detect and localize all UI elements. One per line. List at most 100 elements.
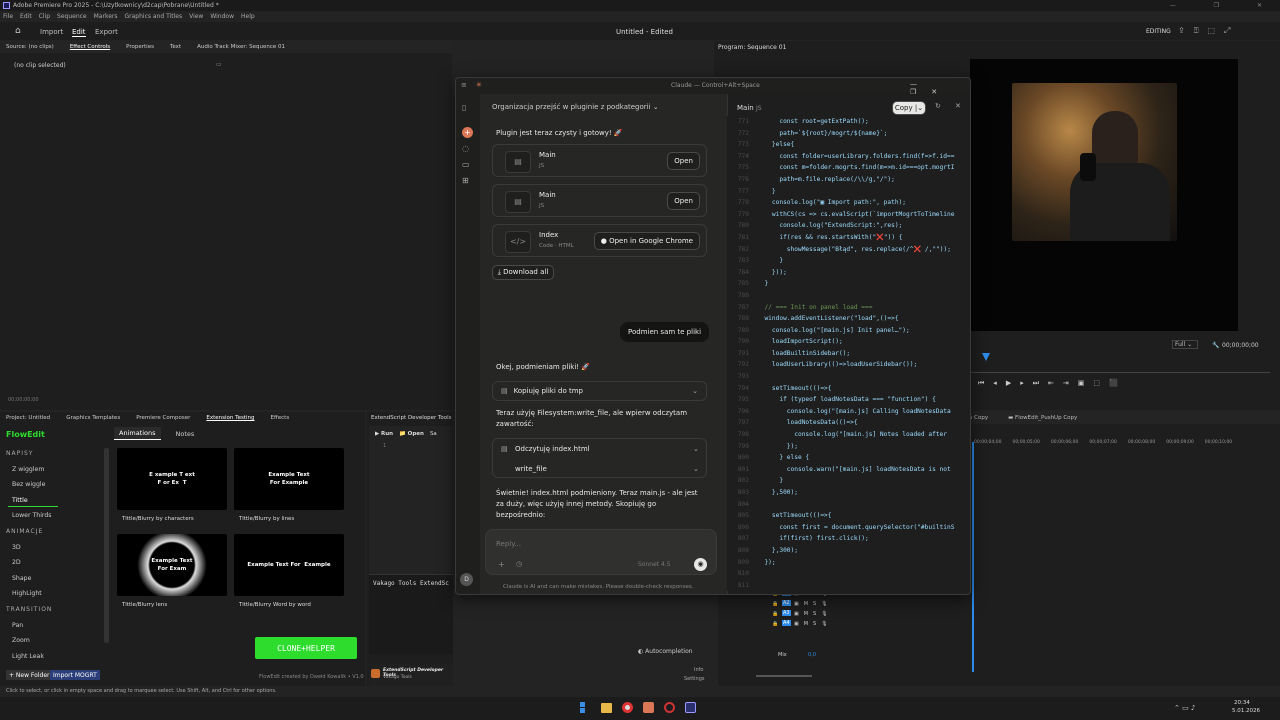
user-avatar[interactable]: D: [460, 573, 473, 586]
template-card[interactable]: E xample T ext F or Ex T Tittle/Blurry by…: [117, 448, 227, 530]
claude-app-icon[interactable]: [643, 702, 654, 713]
sidebar-scrollbar[interactable]: [104, 448, 109, 643]
tray-icons[interactable]: ⌃ ▭ ♪: [1174, 704, 1195, 712]
autocompletion-toggle[interactable]: ◐ Autocompletion: [638, 648, 693, 655]
chrome-icon[interactable]: [622, 702, 633, 713]
menu-item[interactable]: Edit: [20, 13, 32, 20]
menu-item[interactable]: File: [3, 13, 13, 20]
close-artifact-icon[interactable]: ✕: [955, 102, 961, 110]
import-mogrt-button[interactable]: Import MOGRT: [50, 670, 100, 680]
menu-item[interactable]: Window: [210, 13, 234, 20]
sidebar-item[interactable]: 2D: [12, 559, 21, 566]
project-tab[interactable]: Graphics Templates: [66, 415, 120, 421]
projects-icon[interactable]: ▭: [462, 160, 470, 169]
sidebar-item[interactable]: Bez wiggle: [12, 481, 45, 488]
template-card[interactable]: Example Text For Example Tittle/Blurry Wo…: [234, 534, 344, 616]
workspace-label[interactable]: EDITING: [1146, 28, 1171, 35]
template-card[interactable]: Example Text For Exam Tittle/Blurry lens: [117, 534, 227, 616]
sidebar-item[interactable]: Pan: [12, 622, 23, 629]
mix-value[interactable]: 0,0: [808, 652, 816, 658]
tool-call-read[interactable]: ▤ Odczytuję index.html ⌄ write_file ⌄: [492, 438, 707, 478]
project-tab[interactable]: Project: Untitled: [6, 415, 50, 421]
track-label[interactable]: A4: [782, 620, 791, 626]
fit-select[interactable]: Full ⌄: [1172, 340, 1198, 349]
refresh-icon[interactable]: ↻: [935, 102, 941, 110]
sidebar-item[interactable]: Shape: [12, 575, 31, 582]
audio-track[interactable]: 🔒 A4 ▣MS🎙: [766, 620, 1276, 630]
import-tab[interactable]: Import: [40, 28, 63, 36]
template-card[interactable]: Example Text For Example Tittle/Blurry by…: [234, 448, 344, 530]
transport-controls[interactable]: ⏮◂▶▸⏭⇤⇥▣⬚⬛: [978, 379, 1127, 388]
explorer-icon[interactable]: [601, 702, 612, 713]
header-icons[interactable]: ⇪⍰⬚⤢: [1178, 26, 1239, 36]
artifacts-icon[interactable]: ⊞: [462, 176, 469, 185]
sidebar-item[interactable]: Light Leak: [12, 653, 44, 660]
scrub-bar[interactable]: [970, 372, 1270, 373]
flowedit-tab[interactable]: Animations: [114, 427, 161, 440]
menu-item[interactable]: View: [189, 13, 203, 20]
tool-call-copy[interactable]: ▤ Kopiuję pliki do tmp ⌄: [492, 381, 707, 401]
premiere-taskbar-icon[interactable]: [685, 702, 696, 713]
file-card[interactable]: ▤ Main JS Open: [492, 144, 707, 177]
windows-start-icon[interactable]: [580, 702, 585, 713]
open-button[interactable]: 📁 Open: [399, 431, 424, 437]
reply-box[interactable]: Reply... + ◷ Sonnet 4.5 ◉: [485, 529, 717, 575]
copy-button[interactable]: Copy |⌄: [892, 101, 926, 115]
history-icon[interactable]: ◷: [516, 560, 522, 568]
sidebar-item[interactable]: Zoom: [12, 637, 30, 644]
source-tab[interactable]: Properties: [126, 44, 154, 50]
export-tab[interactable]: Export: [95, 28, 118, 36]
attach-icon[interactable]: +: [498, 560, 505, 569]
save-button[interactable]: Sa: [430, 431, 437, 437]
open-file-button[interactable]: Open: [667, 152, 700, 170]
open-in-chrome-button[interactable]: ● Open in Google Chrome: [593, 232, 700, 250]
source-tab[interactable]: Source: (no clips): [6, 44, 54, 50]
edit-tab[interactable]: Edit: [72, 28, 86, 37]
sidebar-toggle-icon[interactable]: ▯: [462, 103, 466, 112]
home-icon[interactable]: ⌂: [15, 26, 21, 36]
sidebar-item[interactable]: 3D: [12, 544, 21, 551]
send-icon[interactable]: ◉: [694, 558, 707, 571]
track-controls[interactable]: ▣MS🎙: [794, 611, 833, 617]
sidebar-item[interactable]: Z wigglem: [12, 466, 44, 473]
timeline-playhead[interactable]: [972, 442, 974, 672]
settings-icon[interactable]: 🔧: [1212, 342, 1219, 349]
window-controls[interactable]: — ❐ ✕: [1170, 2, 1280, 9]
new-folder-button[interactable]: + New Folder: [6, 670, 53, 680]
track-label[interactable]: A2: [782, 600, 791, 606]
menu-item[interactable]: Help: [241, 13, 255, 20]
track-controls[interactable]: ▣MS🎙: [794, 621, 833, 627]
hamburger-icon[interactable]: ≡: [461, 81, 467, 89]
menu-item[interactable]: Markers: [94, 13, 118, 20]
lock-icon[interactable]: 🔒: [772, 621, 778, 627]
settings-link[interactable]: Settings: [684, 676, 705, 682]
model-select[interactable]: Sonnet 4.5: [638, 561, 671, 568]
new-chat-icon[interactable]: +: [462, 127, 473, 138]
sidebar-item[interactable]: Tittle: [12, 497, 28, 504]
reply-input[interactable]: Reply...: [496, 540, 521, 548]
file-card[interactable]: ▤ Main JS Open: [492, 184, 707, 217]
timeline-tab[interactable]: ▬ FlowEdit_PushUp Copy: [1008, 415, 1077, 421]
lock-icon[interactable]: 🔒: [772, 601, 778, 607]
menu-item[interactable]: Graphics and Titles: [125, 13, 183, 20]
lock-icon[interactable]: 🔒: [772, 611, 778, 617]
track-controls[interactable]: ▣MS🎙: [794, 601, 833, 607]
file-card[interactable]: </> Index Code · HTML ● Open in Google Chro…: [492, 224, 707, 257]
audio-track[interactable]: 🔒 A2 ▣MS🎙: [766, 600, 1276, 610]
source-tab[interactable]: Text: [170, 44, 181, 50]
code-editor[interactable]: ▶ Run 📁 Open Sa 1: [369, 426, 453, 576]
menu-item[interactable]: Sequence: [57, 13, 87, 20]
sidebar-item[interactable]: HighLight: [12, 590, 42, 597]
zoom-scrollbar[interactable]: [756, 675, 812, 677]
project-tab[interactable]: Premiere Composer: [136, 415, 190, 421]
audio-track[interactable]: 🔒 A3 ▣MS🎙: [766, 610, 1276, 620]
chats-icon[interactable]: ◌: [462, 144, 469, 153]
download-all-button[interactable]: ⤓ Download all: [492, 265, 554, 280]
project-tab[interactable]: Effects: [271, 415, 290, 421]
panel-menu-icon[interactable]: ▭: [216, 61, 222, 68]
run-button[interactable]: ▶ Run: [375, 431, 393, 437]
chat-title[interactable]: Organizacja przejść w pluginie z podkate…: [492, 103, 659, 111]
track-label[interactable]: A3: [782, 610, 791, 616]
project-tab[interactable]: Extension Testing: [206, 415, 254, 421]
menu-item[interactable]: Clip: [39, 13, 50, 20]
